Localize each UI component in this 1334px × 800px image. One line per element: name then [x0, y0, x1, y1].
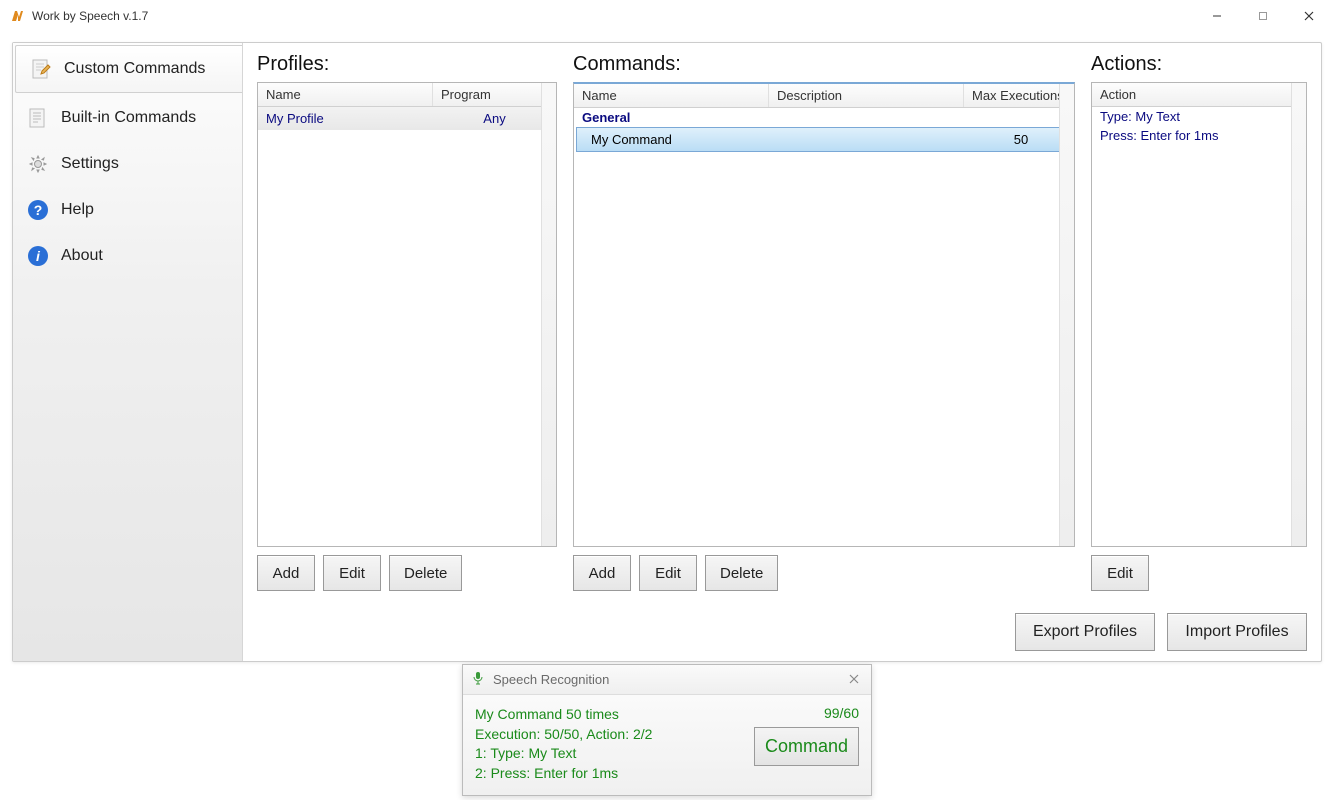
toast-counter: 99/60	[824, 705, 859, 721]
close-icon[interactable]	[845, 672, 863, 687]
document-list-icon	[25, 105, 51, 131]
profile-row[interactable]: My Profile Any	[258, 107, 556, 130]
scrollbar[interactable]	[1291, 83, 1306, 546]
commands-col-max[interactable]: Max Executions	[964, 84, 1074, 107]
command-name: My Command	[577, 130, 772, 149]
profiles-list[interactable]: Name Program My Profile Any	[257, 82, 557, 547]
actions-col-action[interactable]: Action	[1092, 83, 1306, 106]
profiles-col-program[interactable]: Program	[433, 83, 556, 106]
toast-titlebar[interactable]: Speech Recognition	[463, 665, 871, 695]
commands-header: Name Description Max Executions	[574, 84, 1074, 108]
command-desc	[772, 130, 971, 149]
edit-command-button[interactable]: Edit	[639, 555, 697, 591]
microphone-icon	[471, 671, 485, 688]
main-window: Custom Commands Built-in Commands Settin…	[12, 42, 1322, 662]
title-bar: Work by Speech v.1.7	[0, 0, 1334, 32]
delete-command-button[interactable]: Delete	[705, 555, 778, 591]
sidebar-item-label: Settings	[61, 155, 119, 173]
profiles-header: Name Program	[258, 83, 556, 107]
action-item[interactable]: Type: My Text	[1092, 107, 1306, 126]
profiles-title: Profiles:	[257, 53, 557, 76]
sidebar-item-label: Custom Commands	[64, 60, 205, 78]
add-command-button[interactable]: Add	[573, 555, 631, 591]
commands-list[interactable]: Name Description Max Executions General …	[573, 82, 1075, 547]
minimize-button[interactable]	[1194, 1, 1240, 31]
sidebar: Custom Commands Built-in Commands Settin…	[13, 43, 243, 661]
app-icon	[10, 8, 26, 24]
sidebar-item-label: About	[61, 247, 103, 265]
toast-line: 1: Type: My Text	[475, 744, 744, 764]
profiles-col-name[interactable]: Name	[258, 83, 433, 106]
export-profiles-button[interactable]: Export Profiles	[1015, 613, 1155, 651]
profile-name: My Profile	[258, 109, 433, 128]
command-button[interactable]: Command	[754, 727, 859, 766]
sidebar-item-builtin-commands[interactable]: Built-in Commands	[13, 95, 242, 141]
window-title: Work by Speech v.1.7	[32, 9, 148, 23]
toast-line: Execution: 50/50, Action: 2/2	[475, 725, 744, 745]
toast-line: 2: Press: Enter for 1ms	[475, 764, 744, 784]
sidebar-item-about[interactable]: i About	[13, 233, 242, 279]
add-profile-button[interactable]: Add	[257, 555, 315, 591]
sidebar-item-custom-commands[interactable]: Custom Commands	[15, 45, 242, 93]
content-area: Profiles: Name Program My Profile Any	[243, 43, 1321, 661]
svg-text:?: ?	[34, 202, 43, 218]
commands-title: Commands:	[573, 53, 1075, 76]
command-max: 50	[971, 130, 1071, 149]
document-edit-icon	[28, 56, 54, 82]
sidebar-item-label: Help	[61, 201, 94, 219]
speech-recognition-window: Speech Recognition My Command 50 times E…	[462, 664, 872, 796]
commands-panel: Commands: Name Description Max Execution…	[573, 53, 1075, 591]
delete-profile-button[interactable]: Delete	[389, 555, 462, 591]
actions-list[interactable]: Action Type: My Text Press: Enter for 1m…	[1091, 82, 1307, 547]
commands-col-name[interactable]: Name	[574, 84, 769, 107]
edit-action-button[interactable]: Edit	[1091, 555, 1149, 591]
scrollbar[interactable]	[541, 83, 556, 546]
sidebar-item-label: Built-in Commands	[61, 109, 196, 127]
toast-line: My Command 50 times	[475, 705, 744, 725]
actions-header: Action	[1092, 83, 1306, 107]
info-icon: i	[25, 243, 51, 269]
gear-icon	[25, 151, 51, 177]
import-profiles-button[interactable]: Import Profiles	[1167, 613, 1307, 651]
toast-title: Speech Recognition	[493, 672, 609, 687]
close-button[interactable]	[1286, 1, 1332, 31]
maximize-button[interactable]	[1240, 1, 1286, 31]
edit-profile-button[interactable]: Edit	[323, 555, 381, 591]
profiles-panel: Profiles: Name Program My Profile Any	[257, 53, 557, 591]
help-icon: ?	[25, 197, 51, 223]
sidebar-item-help[interactable]: ? Help	[13, 187, 242, 233]
profile-program: Any	[433, 109, 556, 128]
actions-title: Actions:	[1091, 53, 1307, 76]
toast-status-text: My Command 50 times Execution: 50/50, Ac…	[475, 705, 744, 783]
commands-col-desc[interactable]: Description	[769, 84, 964, 107]
action-item[interactable]: Press: Enter for 1ms	[1092, 126, 1306, 145]
sidebar-item-settings[interactable]: Settings	[13, 141, 242, 187]
command-row[interactable]: My Command 50	[576, 127, 1072, 152]
actions-panel: Actions: Action Type: My Text Press: Ent…	[1091, 53, 1307, 591]
bottom-button-row: Export Profiles Import Profiles	[257, 613, 1307, 651]
command-group[interactable]: General	[574, 108, 1074, 127]
scrollbar[interactable]	[1059, 84, 1074, 546]
